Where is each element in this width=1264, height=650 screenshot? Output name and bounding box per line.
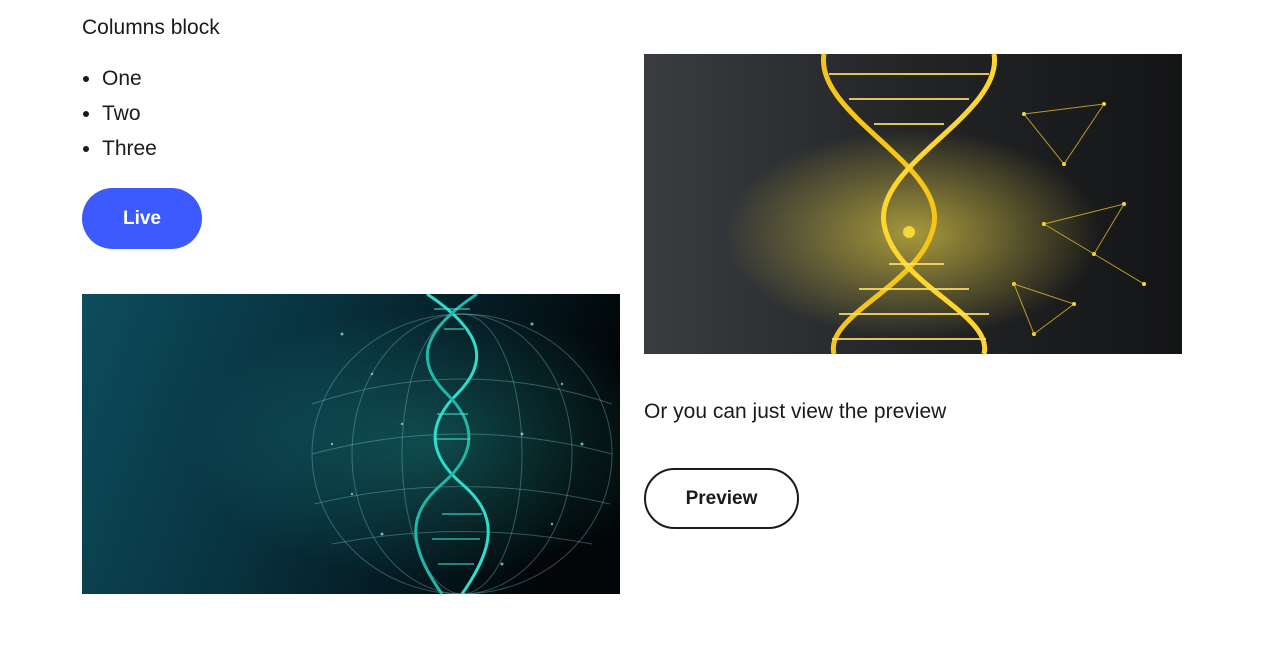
teal-dna-image <box>82 294 620 594</box>
teal-dna-illustration <box>82 294 620 594</box>
gold-dna-image <box>644 54 1182 354</box>
preview-caption: Or you can just view the preview <box>644 400 947 423</box>
columns-block-heading: Columns block <box>82 16 220 39</box>
list-item: Two <box>102 96 157 131</box>
gold-dna-illustration <box>644 54 1182 354</box>
list-item: One <box>102 61 157 96</box>
live-button[interactable]: Live <box>82 188 202 249</box>
bullet-list: One Two Three <box>82 61 157 166</box>
preview-button[interactable]: Preview <box>644 468 799 529</box>
list-item: Three <box>102 131 157 166</box>
